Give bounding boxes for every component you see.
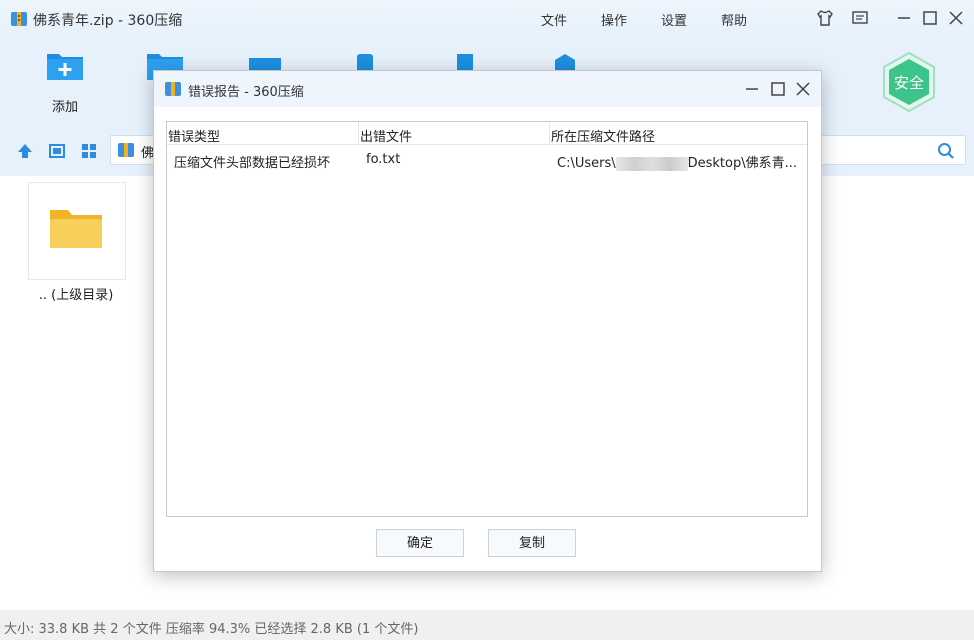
ok-button[interactable]: 确定 bbox=[376, 529, 464, 557]
error-list[interactable]: 错误类型 出错文件 所在压缩文件路径 压缩文件头部数据已经损坏 fo.txt C… bbox=[166, 121, 808, 517]
search-icon[interactable] bbox=[937, 142, 955, 160]
add-folder-icon bbox=[47, 54, 83, 80]
menu-settings[interactable]: 设置 bbox=[661, 10, 687, 29]
path-suffix: Desktop\佛系青... bbox=[687, 156, 798, 171]
title-bar: 佛系青年.zip - 360压缩 文件 操作 设置 帮助 bbox=[0, 0, 974, 36]
menu-help[interactable]: 帮助 bbox=[721, 10, 747, 29]
archive-icon bbox=[118, 143, 134, 157]
up-arrow-icon[interactable] bbox=[16, 142, 34, 160]
column-divider[interactable] bbox=[358, 122, 359, 144]
maximize-icon[interactable] bbox=[920, 8, 940, 28]
menu-operation[interactable]: 操作 bbox=[601, 10, 627, 29]
skin-shirt-icon[interactable] bbox=[815, 8, 835, 28]
error-file-cell: fo.txt bbox=[366, 152, 401, 167]
minimize-icon[interactable] bbox=[894, 8, 914, 28]
copy-button[interactable]: 复制 bbox=[488, 529, 576, 557]
menu-file[interactable]: 文件 bbox=[541, 10, 567, 29]
folder-icon bbox=[50, 210, 102, 248]
error-report-dialog: 错误报告 - 360压缩 错误类型 出错文件 所在压缩文件路径 压缩文件头部数据… bbox=[153, 70, 822, 572]
safe-badge-icon[interactable]: 安全 bbox=[880, 50, 938, 114]
redacted-username bbox=[615, 156, 688, 171]
archive-icon bbox=[165, 82, 181, 96]
safe-badge-label: 安全 bbox=[894, 74, 924, 92]
detail-view-icon[interactable] bbox=[48, 142, 66, 160]
error-list-header: 错误类型 出错文件 所在压缩文件路径 bbox=[167, 122, 807, 145]
status-bar: 大小: 33.8 KB 共 2 个文件 压缩率 94.3% 已经选择 2.8 K… bbox=[0, 610, 974, 640]
dialog-maximize-icon[interactable] bbox=[768, 79, 788, 99]
archive-path-cell: C:\Users\ Desktop\佛系青... bbox=[557, 152, 805, 171]
add-button[interactable]: 添加 bbox=[35, 48, 95, 115]
window-title: 佛系青年.zip - 360压缩 bbox=[33, 13, 183, 29]
error-type-cell: 压缩文件头部数据已经损坏 bbox=[174, 156, 331, 171]
column-divider[interactable] bbox=[549, 122, 550, 144]
column-error-file[interactable]: 出错文件 bbox=[360, 126, 412, 145]
status-text: 大小: 33.8 KB 共 2 个文件 压缩率 94.3% 已经选择 2.8 K… bbox=[4, 622, 419, 637]
dialog-close-icon[interactable] bbox=[793, 79, 813, 99]
add-label: 添加 bbox=[51, 100, 78, 115]
close-icon[interactable] bbox=[946, 8, 966, 28]
column-error-type[interactable]: 错误类型 bbox=[168, 126, 220, 145]
dialog-title-bar: 错误报告 - 360压缩 bbox=[154, 71, 821, 107]
parent-directory-label: .. (上级目录) bbox=[38, 288, 114, 303]
dialog-title: 错误报告 - 360压缩 bbox=[188, 85, 304, 100]
grid-view-icon[interactable] bbox=[80, 142, 98, 160]
column-archive-path[interactable]: 所在压缩文件路径 bbox=[551, 126, 655, 145]
feedback-icon[interactable] bbox=[850, 8, 870, 28]
error-row[interactable]: 压缩文件头部数据已经损坏 fo.txt C:\Users\ Desktop\佛系青… bbox=[167, 148, 807, 172]
dialog-minimize-icon[interactable] bbox=[742, 79, 762, 99]
zip-archive-icon bbox=[11, 12, 27, 26]
path-prefix: C:\Users\ bbox=[557, 156, 616, 171]
parent-directory-item[interactable] bbox=[28, 182, 126, 280]
